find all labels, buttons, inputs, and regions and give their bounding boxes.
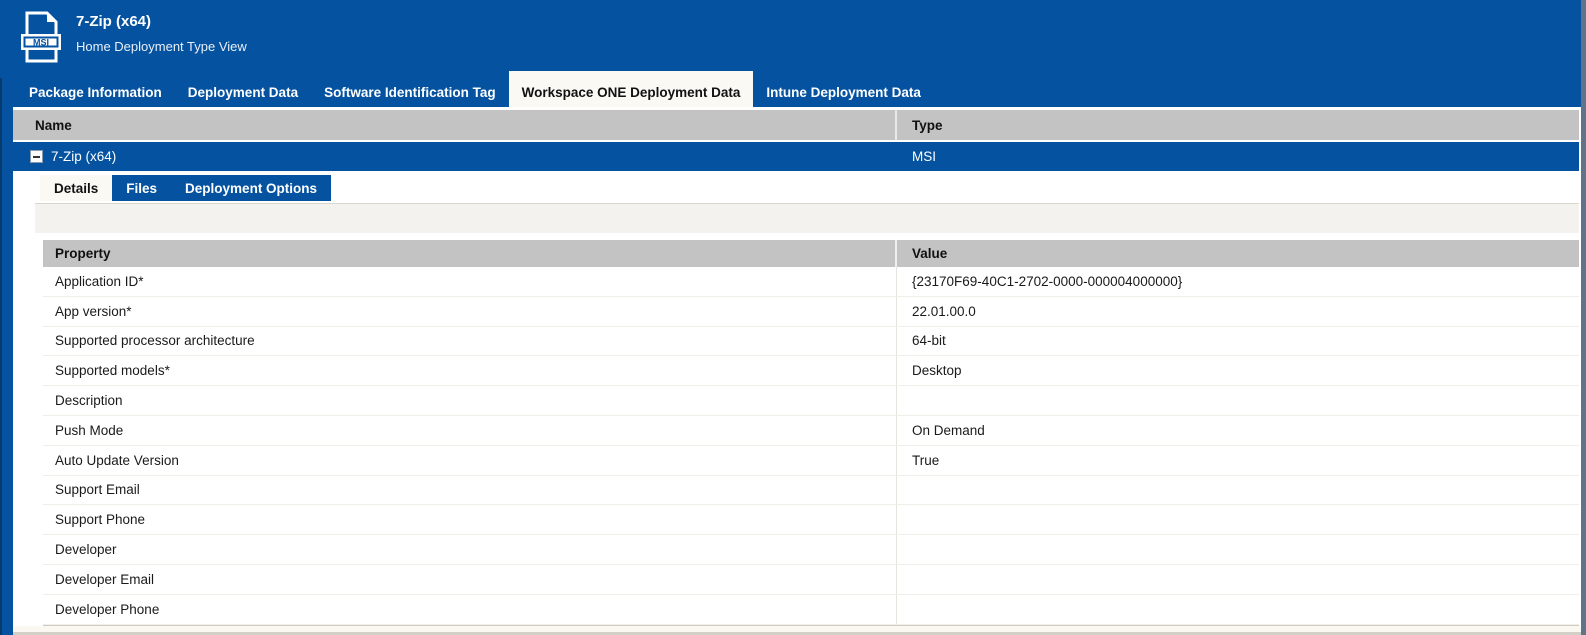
table-row-supported-models[interactable]: Supported models* Desktop [43,356,1579,386]
app-header: MSI 7-Zip (x64) Home Deployment Type Vie… [0,0,1586,78]
details-toolbar-band [35,203,1579,233]
properties-table-header: Property Value [43,240,1579,267]
app-window: MSI 7-Zip (x64) Home Deployment Type Vie… [0,0,1586,635]
value-cell: 64-bit [897,333,1579,348]
sub-tab-strip: Files Deployment Options [112,175,331,201]
column-header-property[interactable]: Property [43,240,897,267]
tab-package-information[interactable]: Package Information [16,78,175,107]
deployment-type-row[interactable]: 7-Zip (x64) MSI [13,142,1579,171]
header-titles: 7-Zip (x64) Home Deployment Type View [76,10,247,56]
table-row-auto-update-version[interactable]: Auto Update Version True [43,446,1579,476]
property-cell: Push Mode [43,416,897,445]
property-cell: Developer [43,535,897,564]
bottom-window-border [13,626,1581,635]
tab-details[interactable]: Details [40,175,112,201]
details-panel: Details Files Deployment Options Propert… [13,175,1579,626]
property-cell: Application ID* [43,267,897,296]
value-cell: On Demand [897,423,1579,438]
deployment-grid-header: Name Type [13,110,1579,140]
table-row-developer-email[interactable]: Developer Email [43,565,1579,595]
deployment-type-value: MSI [897,149,1579,164]
tab-software-identification-tag[interactable]: Software Identification Tag [311,78,509,107]
property-cell: App version* [43,297,897,326]
page-subtitle: Home Deployment Type View [76,38,247,56]
table-row-developer[interactable]: Developer [43,535,1579,565]
sub-tab-bar: Details Files Deployment Options [40,175,1579,201]
tab-deployment-options[interactable]: Deployment Options [171,175,331,201]
property-cell: Support Email [43,476,897,505]
column-header-type[interactable]: Type [897,110,1579,140]
msi-file-icon: MSI [18,10,64,64]
property-cell: Supported processor architecture [43,327,897,356]
collapse-expander-icon[interactable] [30,150,43,163]
tab-intune-deployment-data[interactable]: Intune Deployment Data [753,78,934,107]
left-window-border [0,78,2,635]
table-row-support-email[interactable]: Support Email [43,476,1579,506]
svg-text:MSI: MSI [33,38,49,48]
table-row-developer-phone[interactable]: Developer Phone [43,595,1579,625]
main-content: Name Type 7-Zip (x64) MSI Details Files … [13,110,1579,626]
deployment-type-name: 7-Zip (x64) [51,149,116,164]
property-cell: Auto Update Version [43,446,897,475]
value-cell: 22.01.00.0 [897,304,1579,319]
value-cell: {23170F69-40C1-2702-0000-000004000000} [897,274,1579,289]
column-header-value[interactable]: Value [897,240,1579,267]
right-window-border [1581,0,1586,635]
table-row-supported-processor-architecture[interactable]: Supported processor architecture 64-bit [43,327,1579,357]
properties-table: Property Value Application ID* {23170F69… [43,240,1579,626]
table-row-application-id[interactable]: Application ID* {23170F69-40C1-2702-0000… [43,267,1579,297]
value-cell: True [897,453,1579,468]
property-cell: Description [43,386,897,415]
table-row-support-phone[interactable]: Support Phone [43,505,1579,535]
column-header-name[interactable]: Name [13,110,897,140]
tab-workspace-one-deployment-data[interactable]: Workspace ONE Deployment Data [509,71,754,107]
main-tab-bar: Package Information Deployment Data Soft… [0,78,1586,107]
tab-deployment-data[interactable]: Deployment Data [175,78,311,107]
table-row-app-version[interactable]: App version* 22.01.00.0 [43,297,1579,327]
property-cell: Supported models* [43,356,897,385]
property-cell: Support Phone [43,505,897,534]
property-cell: Developer Phone [43,595,897,624]
tab-files[interactable]: Files [112,175,171,201]
property-cell: Developer Email [43,565,897,594]
page-title: 7-Zip (x64) [76,12,247,32]
deployment-type-name-cell: 7-Zip (x64) [13,149,897,164]
table-row-push-mode[interactable]: Push Mode On Demand [43,416,1579,446]
table-row-description[interactable]: Description [43,386,1579,416]
value-cell: Desktop [897,363,1579,378]
